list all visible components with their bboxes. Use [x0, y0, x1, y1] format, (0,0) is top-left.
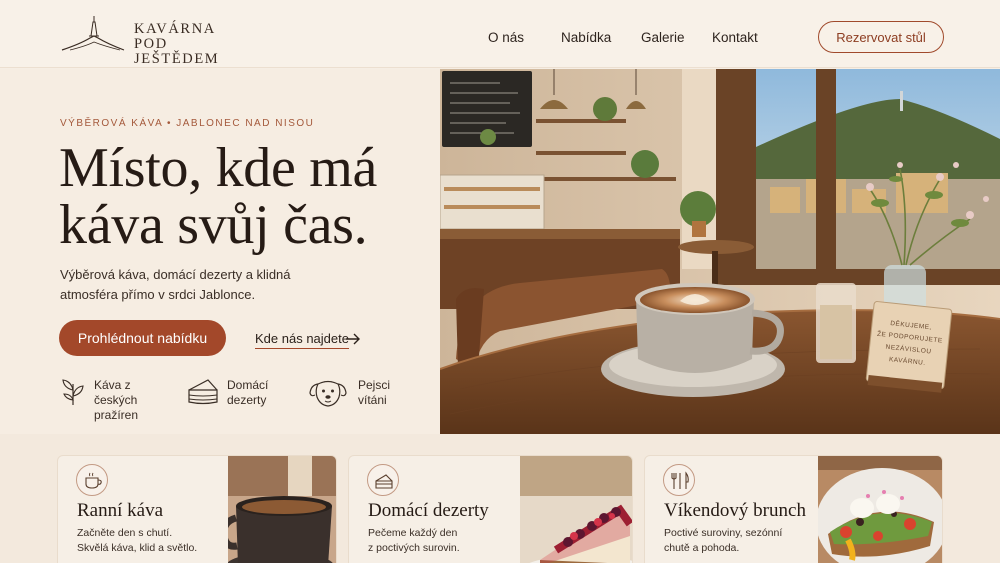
card-badge: [76, 464, 108, 496]
logo[interactable]: KAVÁRNA POD JEŠTĚDEM: [60, 14, 250, 67]
cake-slice-icon: [188, 379, 218, 405]
cutlery-icon: [671, 471, 689, 489]
coffee-cup-icon: [85, 472, 102, 489]
site-header: KAVÁRNA POD JEŠTĚDEM O nás Nabídka Galer…: [0, 0, 1000, 68]
hero-eyebrow: VÝBĚROVÁ KÁVA • JABLONEC NAD NISOU: [60, 118, 315, 129]
logo-line-2: POD JEŠTĚDEM: [134, 36, 220, 67]
coffee-plant-icon: [62, 379, 84, 405]
feature-czech-roasters: Káva z českých pražíren: [60, 376, 180, 422]
feature-label: Domácí dezerty: [227, 378, 269, 407]
arrow-right-icon[interactable]: [345, 333, 361, 345]
card-badge: [367, 464, 399, 496]
reserve-table-button[interactable]: Rezervovat stůl: [818, 21, 944, 53]
hero-subtext: Výběrová káva, domácí dezerty a klidná a…: [60, 267, 291, 302]
nav-link-kontakt[interactable]: Kontakt: [712, 30, 758, 45]
hero-cafe-photo: DĚKUJEME, ŽE PODPORUJETE NEZÁVISLOU KAVÁ…: [440, 69, 1000, 434]
cheesecake-photo: [520, 456, 632, 563]
card-weekend-brunch[interactable]: Víkendový brunch Poctivé suroviny, sezón…: [644, 455, 943, 563]
brunch-plate-photo: [818, 456, 942, 563]
card-description: Pečeme každý den z poctivých surovin.: [368, 527, 460, 554]
nav-link-nabidka[interactable]: Nabídka: [561, 30, 611, 45]
nav-link-o-nas[interactable]: O nás: [488, 30, 524, 45]
logo-text: KAVÁRNA POD JEŠTĚDEM: [134, 22, 250, 67]
card-title: Víkendový brunch: [664, 500, 806, 521]
card-homemade-desserts[interactable]: Domácí dezerty Pečeme každý den z poctiv…: [348, 455, 633, 563]
view-menu-button[interactable]: Prohlédnout nabídku: [59, 320, 226, 356]
logo-line-1: KAVÁRNA: [134, 21, 216, 37]
feature-label: Pejsci vítáni: [358, 378, 391, 407]
dog-icon: [309, 380, 347, 407]
feature-dogs-welcome: Pejsci vítáni: [308, 376, 418, 410]
hero-headline: Místo, kde má káva svůj čas.: [59, 140, 439, 254]
card-title: Domácí dezerty: [368, 500, 489, 521]
cafe-interior-illustration: DĚKUJEME, ŽE PODPORUJETE NEZÁVISLOU KAVÁ…: [440, 69, 1000, 434]
coffee-mug-photo: [228, 456, 336, 563]
card-title: Ranní káva: [77, 500, 164, 521]
card-morning-coffee[interactable]: Ranní káva Začněte den s chutí. Skvělá k…: [57, 455, 337, 563]
cake-icon: [375, 474, 393, 489]
card-description: Poctivé suroviny, sezónní chutě a pohoda…: [664, 527, 783, 554]
feature-label: Káva z českých pražíren: [94, 378, 139, 422]
hero-headline-line-1: Místo, kde má: [59, 137, 378, 199]
card-badge: [663, 464, 695, 496]
find-us-link[interactable]: Kde nás najdete: [255, 331, 349, 349]
hero-headline-line-2: káva svůj čas.: [59, 194, 368, 256]
jested-tower-mountain-icon: [61, 16, 125, 51]
nav-link-galerie[interactable]: Galerie: [641, 30, 685, 45]
card-description: Začněte den s chutí. Skvělá káva, klid a…: [77, 527, 198, 554]
feature-desserts: Domácí dezerty: [186, 376, 286, 410]
